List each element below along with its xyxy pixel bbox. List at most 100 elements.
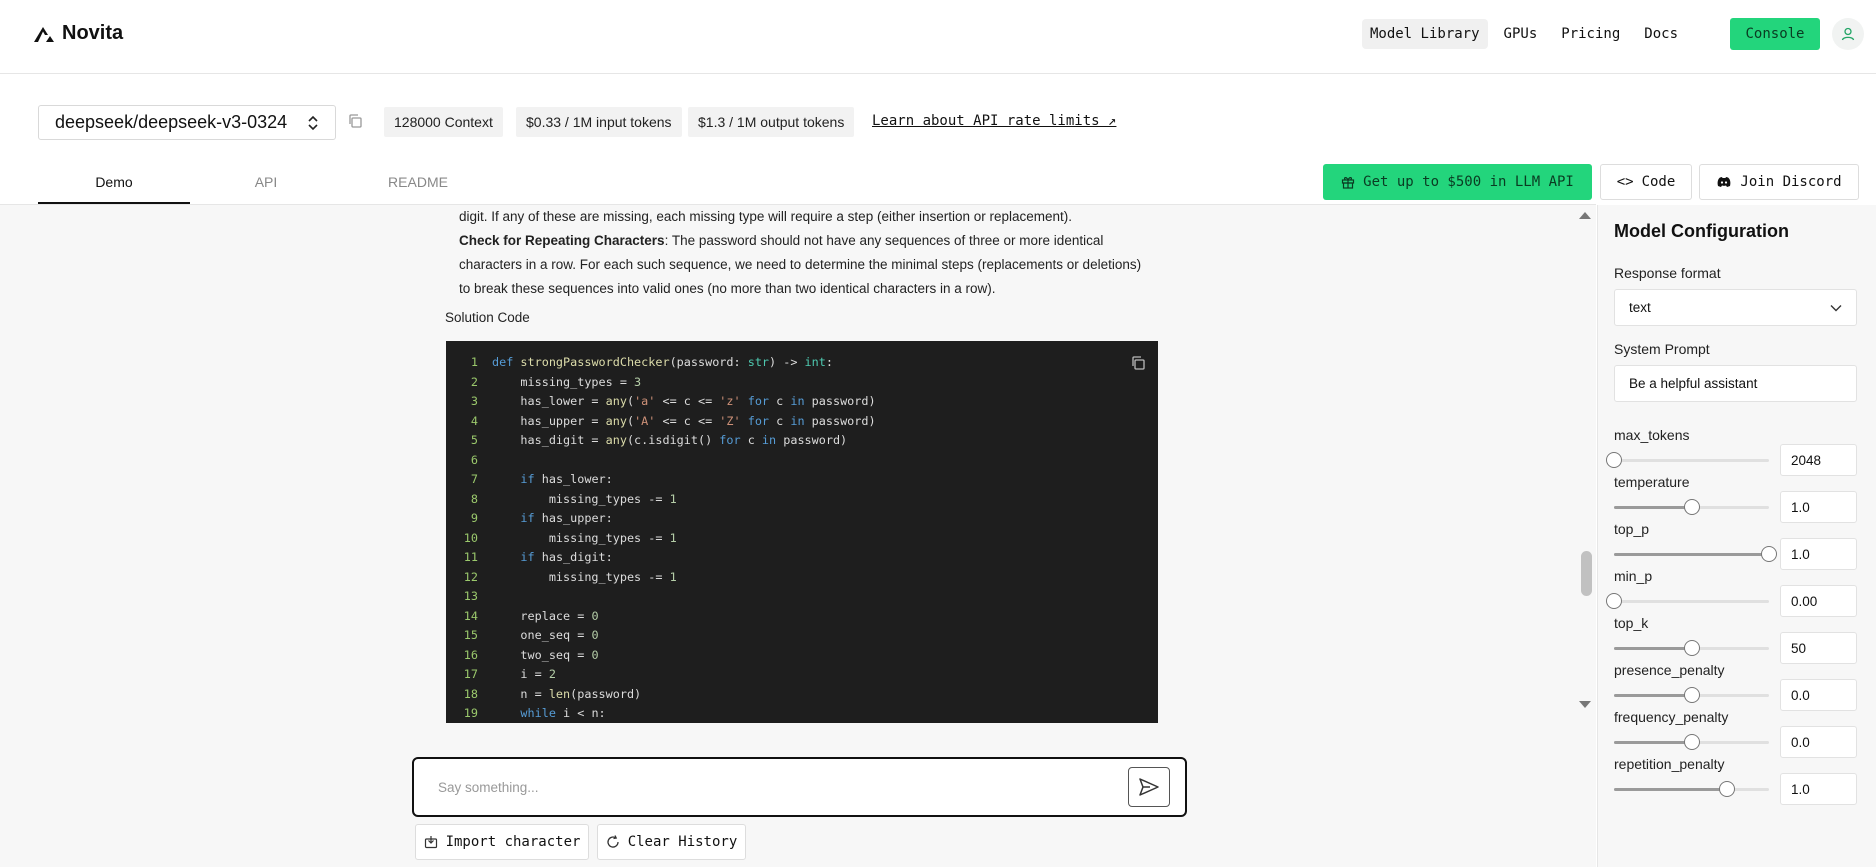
param-input-repetition_penalty[interactable]: 1.0 (1780, 773, 1857, 805)
code-text: while i < n: (520, 706, 606, 720)
discord-label: Join Discord (1740, 174, 1842, 190)
chat-input[interactable] (438, 775, 1098, 799)
code-text: two_seq = 0 (492, 647, 599, 662)
chevron-down-icon (1830, 304, 1842, 311)
slider-handle[interactable] (1761, 546, 1777, 562)
discord-icon (1718, 177, 1731, 187)
code-text: one_seq = 0 (492, 628, 599, 642)
nav-gpus[interactable]: GPUs (1496, 19, 1546, 49)
import-label: Import character (445, 834, 581, 850)
model-selector[interactable]: deepseek/deepseek-v3-0324 (38, 105, 336, 140)
param-input-presence_penalty[interactable]: 0.0 (1780, 679, 1857, 711)
code-text: i = 2 (492, 667, 556, 681)
nav-links: Model Library GPUs Pricing Docs (1361, 19, 1686, 49)
code-button[interactable]: <> Code (1600, 164, 1692, 200)
system-prompt-input[interactable]: Be a helpful assistant (1614, 365, 1857, 402)
response-format-label: Response format (1614, 265, 1721, 281)
param-slider-max_tokens[interactable] (1606, 452, 1769, 468)
output-price-badge: $1.3 / 1M output tokens (688, 107, 855, 137)
slider-handle[interactable] (1683, 499, 1700, 515)
slider-fill (1614, 647, 1692, 650)
chat-input-box (412, 757, 1187, 817)
rate-limits-link[interactable]: Learn about API rate limits ↗ (872, 113, 1116, 129)
system-prompt-label: System Prompt (1614, 341, 1710, 357)
code-line: 11 if has_digit: (446, 548, 1158, 568)
code-line: 1 def strongPasswordChecker(password: str… (446, 353, 1158, 373)
user-icon (1841, 27, 1855, 41)
slider-handle[interactable] (1719, 781, 1736, 797)
brand-logo[interactable]: Novita (32, 22, 123, 45)
slider-handle[interactable] (1683, 640, 1700, 656)
code-text: missing_types = 3 (492, 374, 642, 389)
join-discord-button[interactable]: Join Discord (1699, 164, 1859, 200)
code-text: missing_types -= 1 (492, 491, 677, 506)
code-text: if has_digit: (520, 550, 613, 564)
assistant-message: digit. If any of these are missing, each… (459, 205, 1179, 301)
scroll-up-arrow-icon[interactable] (1578, 210, 1592, 220)
top-navigation: Novita Model Library GPUs Pricing Docs C… (0, 0, 1876, 74)
param-slider-temperature[interactable] (1614, 499, 1769, 515)
tab-demo[interactable]: Demo (38, 164, 190, 204)
param-input-top_k[interactable]: 50 (1780, 632, 1857, 664)
param-label-repetition_penalty: repetition_penalty (1614, 756, 1725, 772)
tab-bar: Demo API README (38, 164, 494, 204)
slider-fill (1614, 694, 1692, 697)
param-label-max_tokens: max_tokens (1614, 427, 1690, 443)
slider-fill (1614, 741, 1692, 744)
param-input-max_tokens[interactable]: 2048 (1780, 444, 1857, 476)
param-input-min_p[interactable]: 0.00 (1780, 585, 1857, 617)
copy-icon[interactable] (347, 113, 363, 129)
nav-pricing[interactable]: Pricing (1553, 19, 1628, 49)
line-number: 4 (470, 413, 478, 428)
message-line: digit. If any of these are missing, each… (459, 209, 1073, 224)
param-slider-repetition_penalty[interactable] (1614, 781, 1769, 797)
model-configuration-panel: Model Configuration Response format text… (1597, 205, 1876, 867)
brand-name: Novita (62, 22, 124, 44)
code-line: 6 (446, 451, 1158, 471)
param-label-top_p: top_p (1614, 521, 1650, 537)
code-text: if has_lower: (520, 472, 613, 486)
send-button[interactable] (1128, 767, 1170, 807)
code-block: 1 def strongPasswordChecker(password: str… (446, 341, 1158, 723)
param-slider-presence_penalty[interactable] (1614, 687, 1769, 703)
param-slider-top_k[interactable] (1614, 640, 1769, 656)
slider-handle[interactable] (1683, 734, 1700, 750)
user-account-button[interactable] (1832, 18, 1864, 50)
line-number: 2 (470, 374, 478, 389)
code-line: 7 if has_lower: (446, 470, 1158, 490)
slider-handle[interactable] (1606, 452, 1622, 468)
line-number: 16 (463, 647, 478, 662)
import-character-button[interactable]: Import character (415, 824, 589, 860)
console-button[interactable]: Console (1730, 18, 1820, 50)
param-slider-min_p[interactable] (1606, 593, 1769, 609)
copy-code-icon[interactable] (1130, 355, 1146, 371)
code-text: replace = 0 (492, 608, 599, 623)
nav-model-library[interactable]: Model Library (1361, 19, 1488, 49)
code-text: has_lower = any('a' <= c <= 'z' for c in… (492, 394, 876, 408)
param-input-frequency_penalty[interactable]: 0.0 (1780, 726, 1857, 758)
line-number: 5 (470, 433, 478, 447)
param-slider-top_p[interactable] (1614, 546, 1777, 562)
param-slider-frequency_penalty[interactable] (1614, 734, 1769, 750)
clear-history-button[interactable]: Clear History (597, 824, 746, 860)
tab-readme[interactable]: README (342, 164, 494, 204)
slider-handle[interactable] (1683, 687, 1700, 703)
line-number: 15 (463, 628, 478, 642)
param-input-top_p[interactable]: 1.0 (1780, 538, 1857, 570)
promo-button[interactable]: Get up to $500 in LLM API (1323, 164, 1592, 200)
slider-fill (1614, 506, 1692, 509)
nav-docs[interactable]: Docs (1636, 19, 1686, 49)
scroll-down-arrow-icon[interactable] (1578, 700, 1592, 710)
model-name: deepseek/deepseek-v3-0324 (55, 112, 288, 132)
slider-handle[interactable] (1606, 593, 1622, 609)
code-line: 2 missing_types = 3 (446, 373, 1158, 393)
response-format-select[interactable]: text (1614, 289, 1857, 326)
import-icon (424, 836, 437, 849)
message-heading: Check for Repeating Characters (459, 233, 665, 248)
param-input-temperature[interactable]: 1.0 (1780, 491, 1857, 523)
tab-api[interactable]: API (190, 164, 342, 204)
code-line: 5 has_digit = any(c.isdigit() for c in p… (446, 431, 1158, 451)
send-icon (1139, 778, 1159, 796)
scrollbar-thumb[interactable] (1581, 551, 1592, 596)
code-line: 3 has_lower = any('a' <= c <= 'z' for c … (446, 392, 1158, 412)
